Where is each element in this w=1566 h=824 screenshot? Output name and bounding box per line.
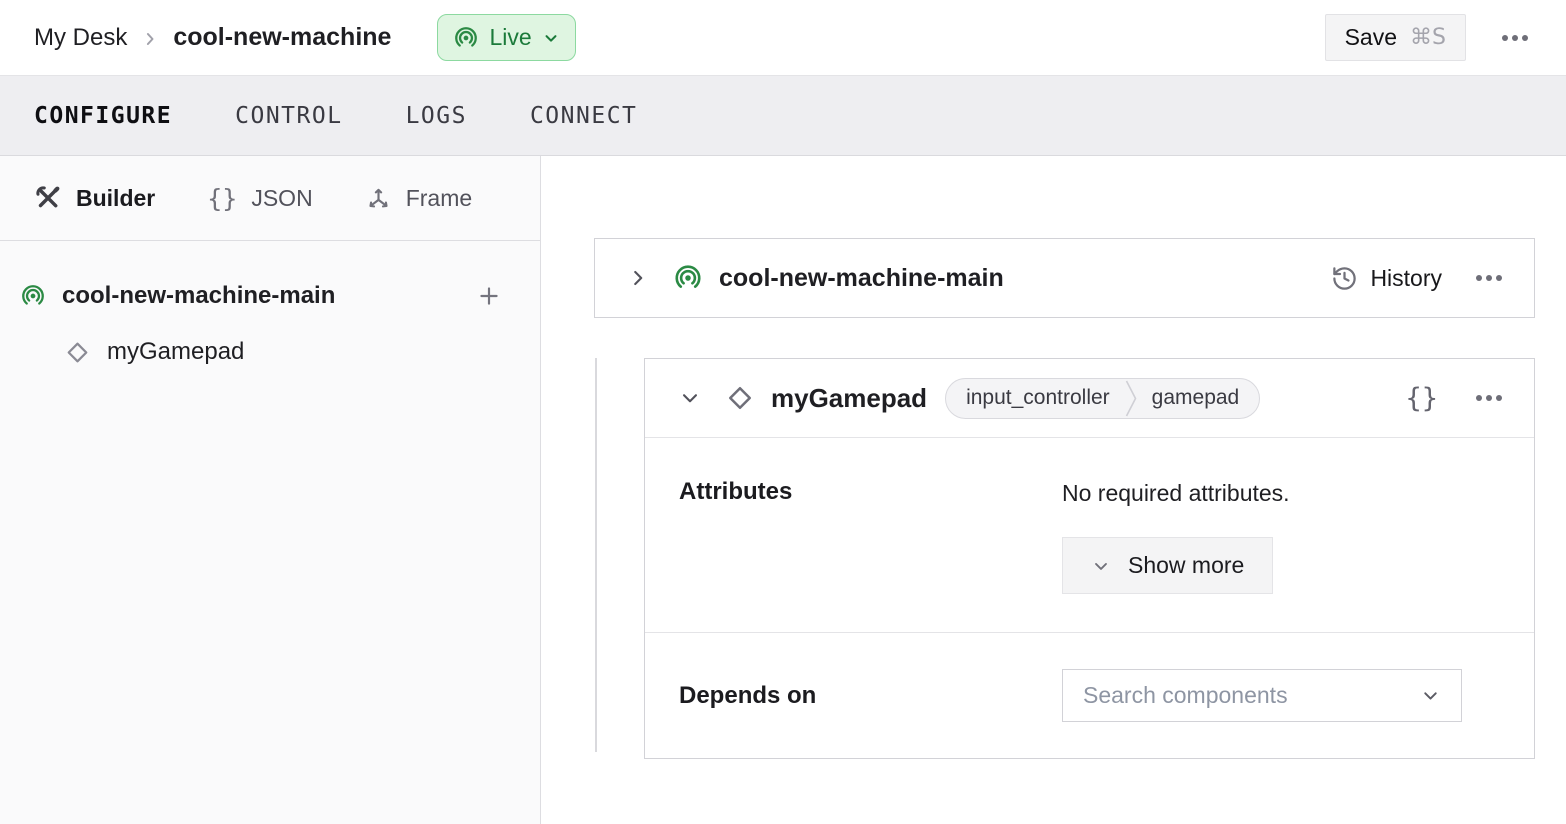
app-root: My Desk cool-new-machine Live Save ⌘S — [0, 0, 1566, 824]
view-json-label: JSON — [251, 185, 312, 212]
view-builder-label: Builder — [76, 185, 155, 212]
save-shortcut-hint: ⌘S — [1410, 25, 1446, 50]
status-badge-label: Live — [489, 24, 531, 51]
component-card: myGamepad input_controller gamepad {} — [644, 358, 1535, 759]
diamond-icon — [725, 383, 755, 413]
show-more-label: Show more — [1128, 552, 1244, 579]
machine-tab-bar: CONFIGURE CONTROL LOGS CONNECT — [0, 76, 1566, 156]
badge-separator-icon — [1124, 378, 1138, 419]
chevron-down-icon — [542, 29, 560, 47]
tree-item-label: cool-new-machine-main — [62, 282, 335, 310]
component-card-header: myGamepad input_controller gamepad {} — [645, 359, 1534, 438]
save-button-label: Save — [1345, 24, 1397, 51]
breadcrumb-parent-link[interactable]: My Desk — [34, 24, 127, 52]
tab-control[interactable]: CONTROL — [235, 103, 342, 129]
view-switcher: Builder {} JSON Frame — [0, 156, 540, 241]
chevron-right-icon — [627, 267, 649, 289]
chevron-down-icon — [1091, 556, 1111, 576]
attributes-section: Attributes No required attributes. Show … — [645, 438, 1534, 633]
view-json[interactable]: {} JSON — [207, 184, 312, 213]
history-button[interactable]: History — [1331, 265, 1442, 292]
breadcrumb: My Desk cool-new-machine — [34, 23, 391, 52]
component-tree: cool-new-machine-main myGamepad — [0, 241, 540, 380]
component-type-label: input_controller — [946, 386, 1124, 410]
ellipsis-icon — [1476, 275, 1482, 281]
depends-on-select[interactable] — [1062, 669, 1462, 722]
top-bar: My Desk cool-new-machine Live Save ⌘S — [0, 0, 1566, 76]
component-type-badge: input_controller gamepad — [945, 378, 1260, 419]
ellipsis-icon — [1502, 35, 1508, 41]
tree-item-label: myGamepad — [107, 338, 244, 366]
config-main-panel: cool-new-machine-main History — [541, 156, 1566, 824]
signal-icon — [453, 25, 479, 51]
add-component-button[interactable] — [474, 281, 504, 311]
machine-part-title: cool-new-machine-main — [719, 264, 1004, 293]
tab-logs[interactable]: LOGS — [406, 103, 467, 129]
component-model-label: gamepad — [1138, 386, 1260, 410]
header-overflow-menu-button[interactable] — [1496, 25, 1534, 51]
breadcrumb-separator-icon — [140, 29, 160, 49]
save-button[interactable]: Save ⌘S — [1325, 14, 1466, 61]
attributes-label: Attributes — [679, 478, 1062, 594]
component-title: myGamepad — [771, 383, 927, 414]
machine-card-menu-button[interactable] — [1470, 265, 1508, 291]
view-component-json-button[interactable]: {} — [1403, 383, 1440, 414]
component-card-menu-button[interactable] — [1470, 385, 1508, 411]
page-body: Builder {} JSON Frame — [0, 156, 1566, 824]
tab-connect[interactable]: CONNECT — [530, 103, 637, 129]
signal-icon — [673, 263, 703, 293]
tab-configure[interactable]: CONFIGURE — [34, 103, 172, 129]
axes-icon — [365, 185, 392, 212]
chevron-down-icon — [679, 387, 701, 409]
component-thread-line — [595, 358, 597, 752]
view-frame[interactable]: Frame — [365, 185, 472, 212]
plus-icon — [476, 283, 502, 309]
attributes-empty-text: No required attributes. — [1062, 478, 1500, 507]
tree-item-machine-part[interactable]: cool-new-machine-main — [0, 268, 540, 324]
expand-machine-card-button[interactable] — [625, 265, 651, 291]
history-icon — [1331, 265, 1358, 292]
depends-on-label: Depends on — [679, 682, 1062, 710]
depends-on-section: Depends on — [645, 633, 1534, 758]
chevron-down-icon — [1420, 685, 1441, 706]
tools-icon — [34, 184, 62, 212]
history-button-label: History — [1370, 265, 1442, 292]
signal-icon — [20, 283, 46, 309]
view-frame-label: Frame — [406, 185, 472, 212]
machine-part-card: cool-new-machine-main History — [594, 238, 1535, 318]
machine-name-title: cool-new-machine — [173, 23, 391, 52]
collapse-component-card-button[interactable] — [677, 385, 703, 411]
machine-status-dropdown[interactable]: Live — [437, 14, 575, 61]
ellipsis-icon — [1476, 395, 1482, 401]
search-components-input[interactable] — [1083, 682, 1420, 709]
show-more-button[interactable]: Show more — [1062, 537, 1273, 594]
braces-icon: {} — [207, 184, 237, 213]
tree-item-component[interactable]: myGamepad — [0, 324, 540, 380]
config-sidebar: Builder {} JSON Frame — [0, 156, 541, 824]
view-builder[interactable]: Builder — [34, 184, 155, 212]
diamond-icon — [64, 339, 91, 366]
